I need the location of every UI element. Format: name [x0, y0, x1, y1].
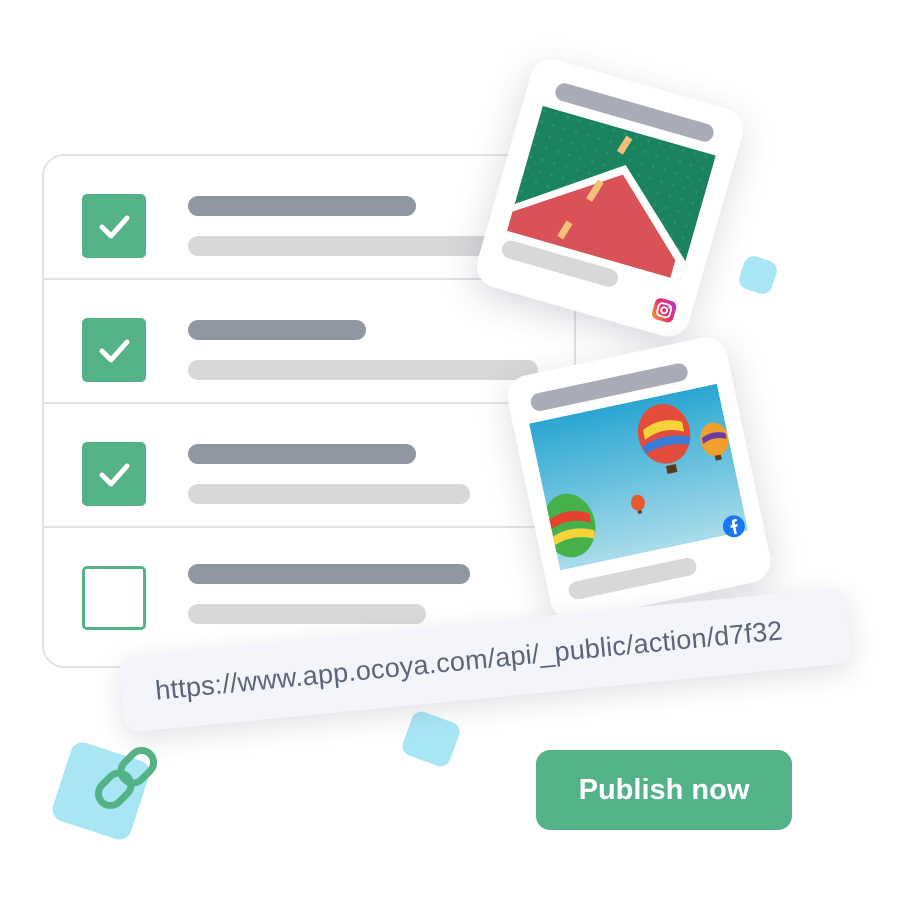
checkbox-checked[interactable] — [82, 194, 146, 258]
item-title-placeholder — [188, 564, 470, 584]
item-title-placeholder — [188, 196, 416, 216]
decor-square-right — [736, 253, 780, 297]
post-image-balloons — [529, 383, 749, 571]
item-subtitle-placeholder — [188, 236, 498, 256]
decor-square-middle — [399, 708, 463, 770]
item-subtitle-placeholder — [188, 360, 538, 380]
checkmark-icon — [99, 339, 130, 363]
checkmark-icon — [99, 463, 130, 487]
item-subtitle-placeholder — [188, 604, 426, 624]
checklist-row[interactable] — [44, 280, 574, 404]
link-chain-icon — [94, 746, 158, 810]
instagram-icon — [650, 296, 678, 324]
item-subtitle-placeholder — [188, 484, 470, 504]
checkbox-checked[interactable] — [82, 442, 146, 506]
checkbox-unchecked[interactable] — [82, 566, 146, 630]
checkmark-icon — [99, 215, 130, 239]
publish-now-button[interactable]: Publish now — [536, 750, 792, 830]
checklist-row[interactable] — [44, 404, 574, 528]
item-title-placeholder — [188, 320, 366, 340]
checkbox-checked[interactable] — [82, 318, 146, 382]
item-title-placeholder — [188, 444, 416, 464]
facebook-icon — [720, 513, 747, 540]
